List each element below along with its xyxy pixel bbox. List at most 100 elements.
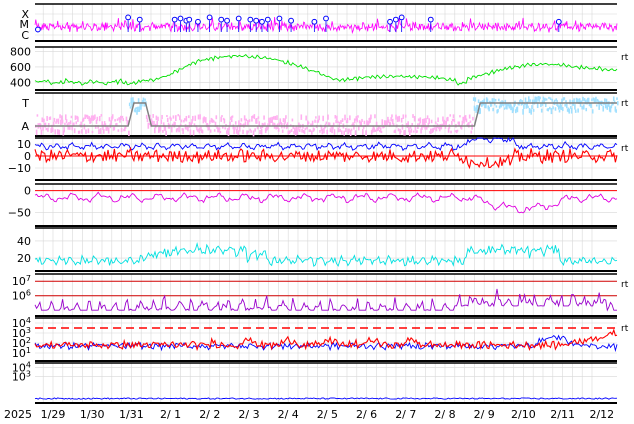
- away-point: [148, 123, 150, 126]
- away-point: [245, 118, 248, 122]
- away-point: [260, 126, 262, 130]
- x-tick-label: 2/11: [550, 408, 575, 421]
- away-point: [117, 129, 120, 132]
- y-tick-label: 40: [17, 235, 31, 248]
- toward-point: [488, 106, 490, 112]
- away-point: [248, 119, 251, 123]
- away-point: [306, 126, 308, 130]
- toward-point: [557, 105, 560, 110]
- toward-point: [616, 97, 618, 100]
- toward-point: [574, 104, 576, 110]
- away-point: [179, 115, 181, 121]
- away-point: [313, 128, 316, 131]
- away-point: [220, 116, 222, 122]
- away-point: [348, 128, 350, 133]
- away-point: [311, 130, 313, 135]
- away-point: [125, 116, 128, 122]
- away-point: [71, 126, 74, 131]
- away-point: [234, 121, 237, 125]
- away-point: [394, 129, 396, 134]
- away-point: [303, 130, 306, 135]
- toward-point: [473, 105, 476, 111]
- away-point: [153, 127, 156, 134]
- away-point: [114, 119, 116, 122]
- away-point: [146, 118, 149, 123]
- flare-marker: [387, 18, 393, 25]
- toward-point: [522, 108, 524, 115]
- away-point: [113, 126, 116, 131]
- away-point: [340, 130, 343, 135]
- away-point: [61, 119, 64, 124]
- away-point: [63, 127, 65, 133]
- y-tick-label: 600: [10, 61, 31, 74]
- x-tick-label: 2/ 2: [199, 408, 220, 421]
- away-point: [73, 128, 76, 134]
- away-point: [434, 127, 436, 130]
- away-point: [159, 126, 162, 132]
- away-point: [353, 124, 355, 130]
- away-point: [64, 122, 66, 125]
- away-point: [166, 117, 169, 122]
- away-point: [309, 129, 312, 133]
- away-point: [184, 124, 187, 130]
- away-point: [189, 129, 192, 136]
- toward-point: [577, 108, 579, 113]
- y-tick-label: 101: [12, 346, 31, 360]
- away-point: [334, 115, 337, 119]
- flare-marker: [555, 18, 562, 25]
- y-tick-label: A: [21, 120, 29, 133]
- away-point: [374, 129, 377, 132]
- toward-point: [612, 96, 615, 101]
- away-point: [404, 114, 407, 118]
- away-point: [432, 127, 435, 132]
- x-tick-label: 2/ 5: [317, 408, 338, 421]
- toward-point: [581, 106, 583, 110]
- toward-point: [591, 109, 594, 114]
- away-point: [434, 121, 437, 124]
- away-point: [442, 116, 444, 122]
- flare-marker: [276, 15, 283, 22]
- toward-point: [564, 103, 566, 107]
- panel-flare: [34, 3, 618, 42]
- away-point: [375, 121, 378, 126]
- away-point: [221, 115, 223, 118]
- away-point: [81, 129, 83, 134]
- away-point: [329, 128, 332, 133]
- panel-ae: [34, 227, 618, 272]
- away-point: [199, 114, 201, 120]
- toward-point: [500, 103, 503, 108]
- flare-marker: [392, 16, 399, 23]
- x-tick-label: 2/ 9: [474, 408, 495, 421]
- flare-marker: [264, 16, 271, 23]
- toward-point: [573, 98, 575, 103]
- away-point: [49, 116, 52, 120]
- away-point: [226, 128, 229, 131]
- x-tick-label: 2/ 7: [395, 408, 416, 421]
- away-point: [120, 128, 123, 133]
- away-point: [54, 129, 57, 135]
- toward-point: [582, 96, 584, 102]
- away-point: [285, 115, 287, 119]
- away-point: [373, 127, 375, 133]
- away-point: [445, 120, 447, 125]
- toward-point: [552, 106, 554, 110]
- away-point: [116, 118, 119, 121]
- away-point: [336, 120, 339, 123]
- away-point: [204, 117, 207, 123]
- away-point: [194, 115, 197, 122]
- panel-proton: [34, 317, 618, 362]
- away-point: [218, 127, 221, 130]
- away-point: [247, 130, 250, 133]
- away-point: [69, 120, 72, 125]
- away-point: [339, 128, 341, 132]
- toward-point: [583, 104, 585, 110]
- away-point: [157, 116, 159, 121]
- away-point: [452, 114, 455, 119]
- toward-point: [539, 96, 541, 100]
- y-tick-label: 106: [12, 289, 31, 303]
- away-point: [338, 121, 341, 128]
- toward-point: [572, 103, 575, 106]
- toward-point: [617, 101, 619, 106]
- away-point: [395, 114, 397, 120]
- away-point: [111, 114, 114, 119]
